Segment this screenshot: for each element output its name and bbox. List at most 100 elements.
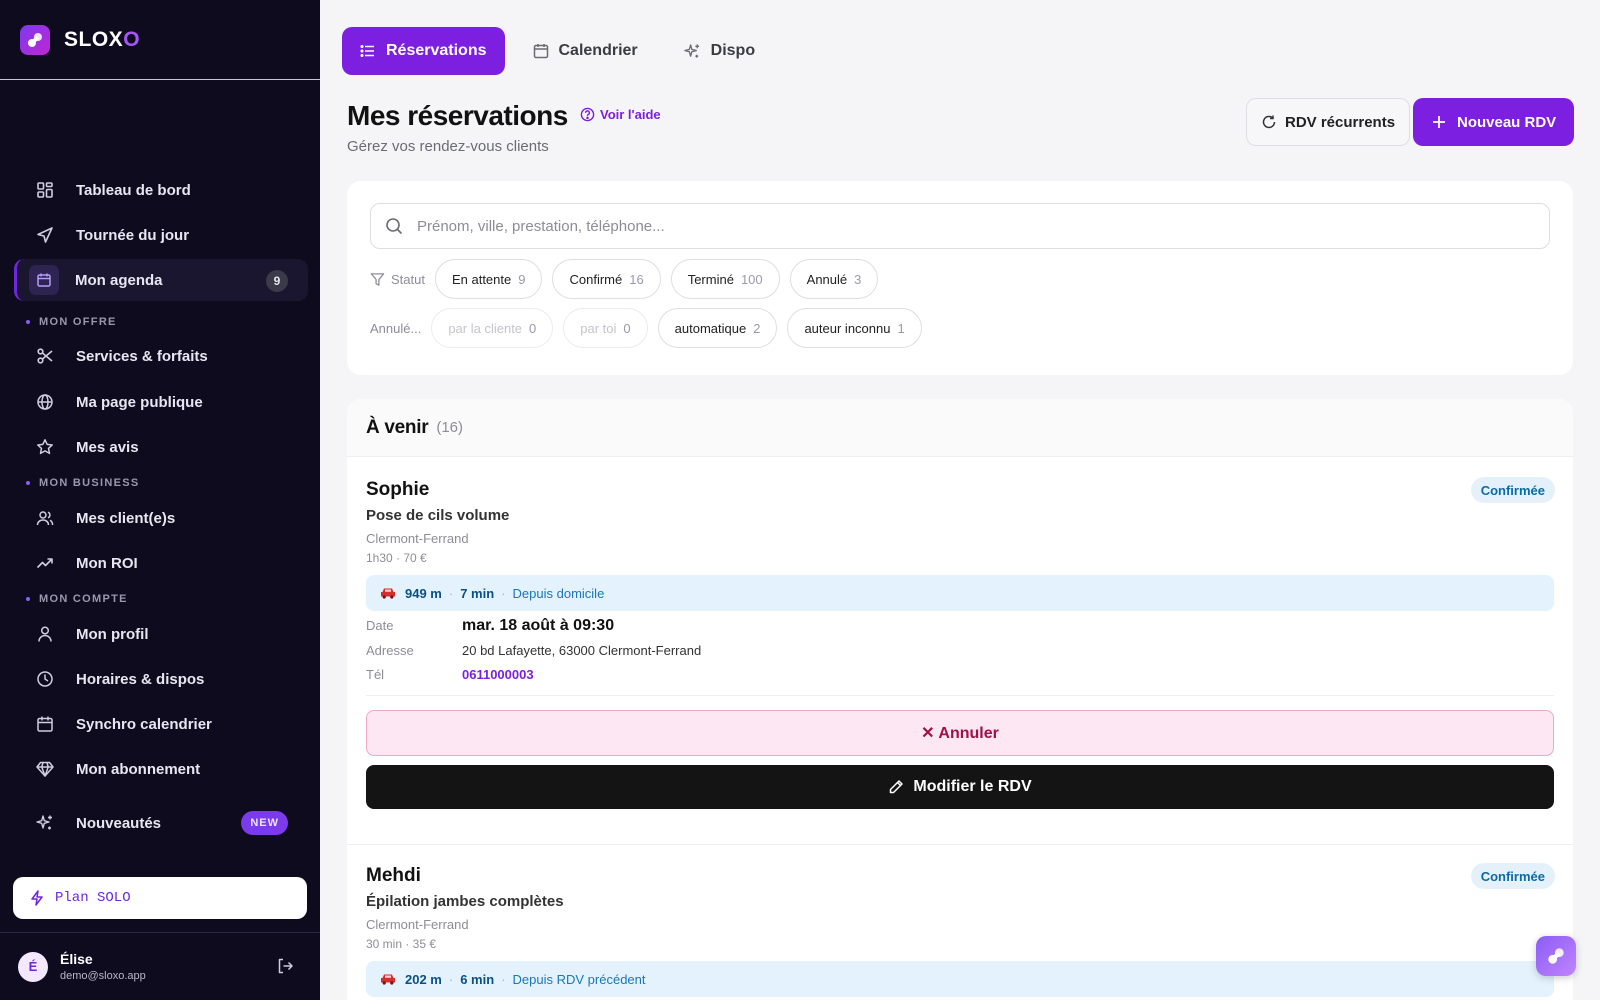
service-name: Épilation jambes complètes [366, 893, 564, 910]
sidebar-item-clients[interactable]: Mes client(e)s [14, 497, 308, 539]
client-name: Sophie [366, 479, 430, 500]
travel-distance: 949 m [405, 585, 442, 601]
tab-calendrier[interactable]: Calendrier [515, 27, 656, 75]
sidebar-item-calendar-sync[interactable]: Synchro calendrier [14, 703, 308, 745]
main-content: Réservations Calendrier Dispo Mes réserv… [320, 0, 1600, 1000]
sidebar-item-label: Tableau de bord [76, 181, 191, 199]
sidebar-item-profile[interactable]: Mon profil [14, 613, 308, 655]
sidebar: SLOXO Tableau de bord Tournée du jour Mo… [0, 0, 320, 1000]
agenda-count-badge: 9 [266, 270, 288, 292]
sidebar-item-roi[interactable]: Mon ROI [14, 542, 308, 584]
refresh-icon [1261, 114, 1277, 130]
sidebar-item-label: Mon profil [76, 625, 149, 643]
status-badge: Confirmée [1470, 477, 1555, 503]
travel-origin: Depuis RDV précédent [512, 971, 646, 987]
search-input[interactable] [417, 217, 1517, 235]
upcoming-list: À venir (16) Sophie Confirmée Pose de ci… [347, 399, 1573, 1000]
logout-icon[interactable] [276, 957, 294, 980]
tab-dispo[interactable]: Dispo [666, 27, 773, 75]
client-city: Clermont-Ferrand [366, 531, 469, 546]
booking-address: 20 bd Lafayette, 63000 Clermont-Ferrand [462, 643, 702, 658]
sidebar-item-services[interactable]: Services & forfaits [14, 335, 308, 377]
sidebar-item-subscription[interactable]: Mon abonnement [14, 748, 308, 790]
filter-chip-confirme[interactable]: Confirmé 16 [552, 259, 661, 299]
filter-chip-auteur-inconnu[interactable]: auteur inconnu 1 [787, 308, 922, 348]
sidebar-item-agenda[interactable]: Mon agenda 9 [14, 259, 308, 301]
travel-info: 202 m · 6 min · Depuis RDV précédent [366, 961, 1554, 997]
users-icon [34, 507, 56, 529]
divider [347, 844, 1573, 845]
section-label-business: MON BUSINESS [26, 477, 140, 489]
tab-label: Calendrier [558, 42, 638, 59]
diamond-icon [34, 758, 56, 780]
list-icon [360, 43, 376, 59]
upcoming-header: À venir (16) [347, 399, 1573, 457]
service-name: Pose de cils volume [366, 507, 510, 524]
cancel-booking-button[interactable]: ✕ Annuler [366, 710, 1554, 756]
star-icon [34, 436, 56, 458]
filter-icon [370, 272, 385, 287]
filter-chip-en-attente[interactable]: En attente 9 [434, 259, 543, 299]
sidebar-item-label: Mon agenda [75, 271, 163, 289]
tab-label: Réservations [386, 42, 487, 59]
sidebar-item-label: Mon ROI [76, 554, 138, 572]
filter-chip-termine[interactable]: Terminé 100 [670, 259, 780, 299]
navigation-icon [34, 224, 56, 246]
new-rdv-button[interactable]: Nouveau RDV [1413, 98, 1575, 146]
sidebar-item-label: Mes avis [76, 438, 139, 456]
search-bar [370, 203, 1550, 249]
sidebar-item-label: Mon abonnement [76, 760, 201, 778]
status-badge: Confirmée [1470, 863, 1555, 889]
scissors-icon [34, 345, 56, 367]
filter-chip-annule[interactable]: Annulé 3 [789, 259, 879, 299]
avatar[interactable]: É [18, 951, 48, 982]
plan-card[interactable]: Plan SOLO [13, 877, 307, 919]
assistant-fab[interactable] [1536, 936, 1576, 976]
sidebar-item-hours[interactable]: Horaires & dispos [14, 658, 308, 700]
search-icon [385, 217, 403, 235]
filter-chip-par-la-cliente[interactable]: par la cliente 0 [431, 308, 554, 348]
filter-card: Statut En attente9 Confirmé16 Terminé100… [347, 181, 1573, 375]
calendar-sync-icon [34, 713, 56, 735]
pencil-icon [888, 779, 904, 795]
filter-chip-par-toi[interactable]: par toi 0 [563, 308, 648, 348]
travel-duration: 7 min [460, 585, 495, 601]
section-label-compte: MON COMPTE [26, 593, 128, 605]
help-link[interactable]: Voir l'aide [580, 107, 661, 122]
user-name: Élise [60, 951, 93, 967]
client-city: Clermont-Ferrand [366, 917, 469, 932]
sidebar-item-label: Horaires & dispos [76, 670, 205, 688]
sidebar-item-label: Services & forfaits [76, 347, 208, 365]
user-icon [34, 623, 56, 645]
phone-link[interactable]: 0611000003 [462, 667, 534, 682]
upcoming-count: (16) [436, 419, 464, 436]
user-bar: É Élise demo@sloxo.app [0, 932, 320, 1000]
sparkles-icon [683, 43, 701, 60]
client-name: Mehdi [366, 865, 421, 886]
sidebar-item-dashboard[interactable]: Tableau de bord [14, 169, 308, 211]
trending-up-icon [34, 552, 56, 574]
sidebar-item-reviews[interactable]: Mes avis [14, 426, 308, 468]
sidebar-item-label: Ma page publique [76, 393, 203, 411]
edit-booking-button[interactable]: Modifier le RDV [366, 765, 1554, 809]
filter-chip-automatique[interactable]: automatique 2 [657, 308, 778, 348]
sidebar-item-label: Nouveautés [76, 814, 162, 832]
sidebar-item-label: Tournée du jour [76, 226, 190, 244]
recurring-rdv-button[interactable]: RDV récurrents [1246, 98, 1411, 146]
status-filter-label: Statut [370, 272, 425, 287]
travel-duration: 6 min [460, 971, 495, 987]
travel-distance: 202 m [405, 971, 442, 987]
user-email: demo@sloxo.app [60, 970, 146, 982]
brand[interactable]: SLOXO [0, 0, 320, 80]
tab-label: Dispo [710, 42, 756, 59]
address-row: Adresse 20 bd Lafayette, 63000 Clermont-… [366, 643, 702, 658]
plan-label: Plan SOLO [55, 890, 131, 906]
tab-reservations[interactable]: Réservations [342, 27, 505, 75]
travel-origin: Depuis domicile [512, 585, 605, 601]
sidebar-item-public-page[interactable]: Ma page publique [14, 381, 308, 423]
sidebar-item-label: Mes client(e)s [76, 509, 176, 527]
sidebar-item-tournee[interactable]: Tournée du jour [14, 214, 308, 256]
sidebar-item-news[interactable]: Nouveautés NEW [14, 802, 308, 844]
upcoming-title: À venir [366, 416, 429, 438]
plus-icon [1431, 114, 1447, 130]
